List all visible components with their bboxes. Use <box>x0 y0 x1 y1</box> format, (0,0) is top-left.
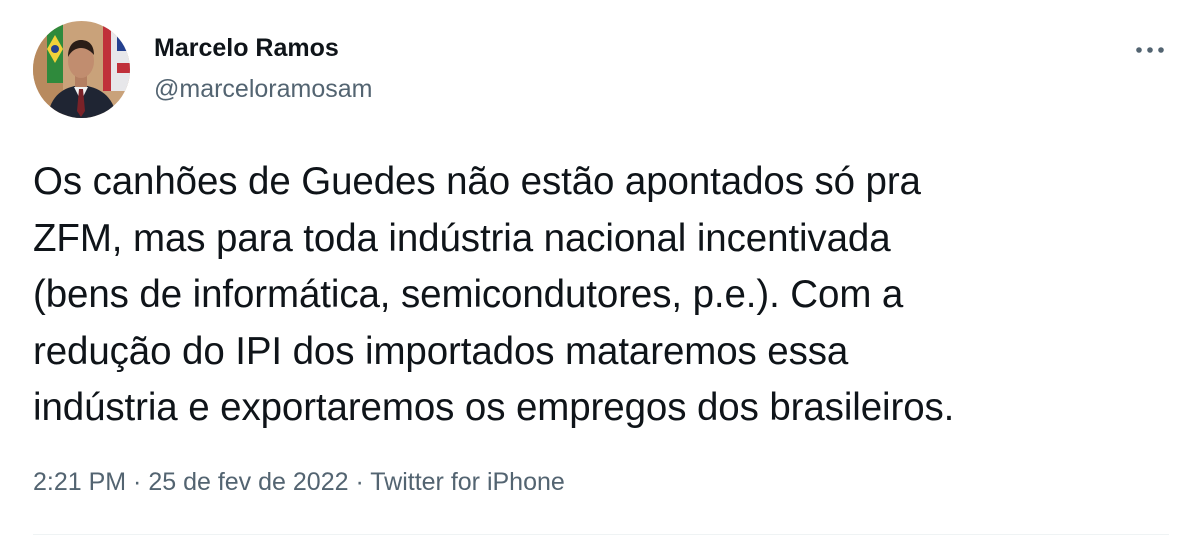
tweet-text-line: ZFM, mas para toda indústria nacional in… <box>33 216 891 260</box>
author-info: Marcelo Ramos @marceloramosam <box>154 31 372 106</box>
more-options-button[interactable] <box>1130 34 1170 66</box>
avatar-image <box>33 21 130 118</box>
tweet: Marcelo Ramos @marceloramosam Os canhões… <box>0 0 1202 560</box>
tweet-text-line: indústria e exportaremos os empregos dos… <box>33 386 955 429</box>
meta-separator: · <box>348 468 371 496</box>
tweet-text-line: (bens de informática, semicondutores, p.… <box>33 273 904 316</box>
tweet-meta: 2:21 PM · 25 de fev de 2022 · Twitter fo… <box>33 464 565 500</box>
author-display-name[interactable]: Marcelo Ramos <box>154 31 372 65</box>
avatar[interactable] <box>33 21 130 118</box>
more-horizontal-icon <box>1136 47 1164 53</box>
tweet-text-line: Os canhões de Guedes não estão apontados… <box>33 160 921 203</box>
tweet-text: Os canhões de Guedes não estão apontados… <box>33 154 1173 437</box>
tweet-date[interactable]: 25 de fev de 2022 <box>148 468 348 496</box>
tweet-text-line: redução do IPI dos importados mataremos … <box>33 329 849 373</box>
tweet-source[interactable]: Twitter for iPhone <box>370 468 565 496</box>
tweet-time[interactable]: 2:21 PM <box>33 468 126 496</box>
divider <box>33 534 1169 535</box>
meta-separator: · <box>126 468 149 496</box>
author-handle[interactable]: @marceloramosam <box>154 72 372 106</box>
